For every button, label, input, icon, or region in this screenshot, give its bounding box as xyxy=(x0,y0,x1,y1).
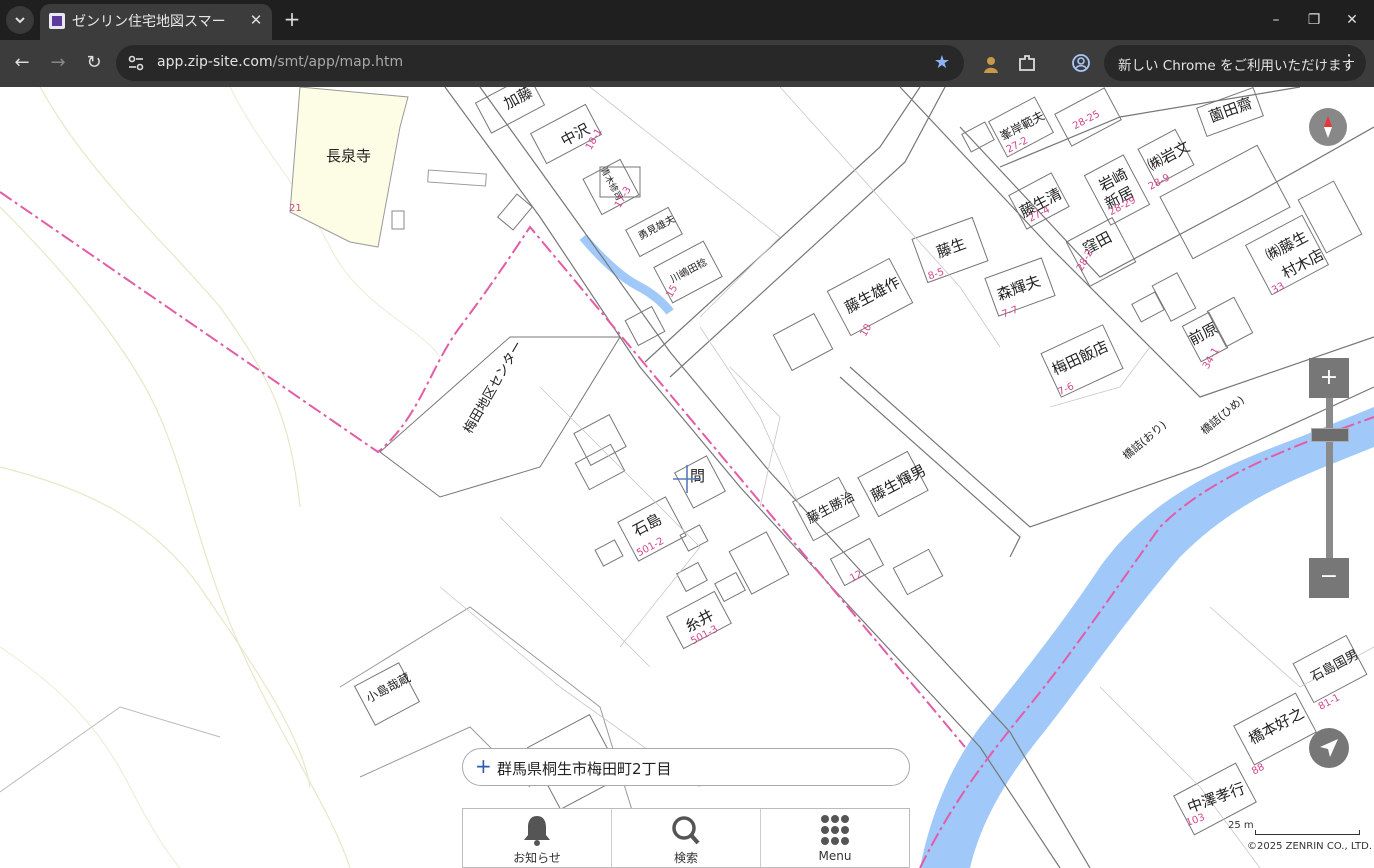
compass-button[interactable] xyxy=(1309,108,1347,146)
search-icon xyxy=(672,816,700,845)
zoom-out-button[interactable]: − xyxy=(1309,558,1349,598)
scale-bar: 25 m xyxy=(1228,820,1360,835)
zoom-slider-track[interactable] xyxy=(1326,398,1333,558)
zoom-in-button[interactable]: + xyxy=(1309,358,1349,398)
tab-list-button[interactable] xyxy=(6,6,34,34)
active-tab[interactable]: ゼンリン住宅地図スマー ✕ xyxy=(40,4,272,40)
label-chosenji: 長泉寺 xyxy=(326,147,372,165)
chrome-update-button[interactable]: 新しい Chrome をご利用いただけます ⋮ xyxy=(1104,45,1366,81)
address-text: 群馬県桐生市梅田町2丁目 xyxy=(497,760,672,778)
restore-icon[interactable]: ❐ xyxy=(1302,8,1326,32)
scale-line xyxy=(1255,830,1360,835)
zoom-slider-handle[interactable] xyxy=(1311,428,1349,442)
copyright-text: ©2025 ZENRIN CO., LTD. xyxy=(1247,841,1372,852)
bottom-menu: お知らせ 検索 Menu xyxy=(462,808,910,868)
url-text: app.zip-site.com/smt/app/map.htm xyxy=(157,54,403,70)
tab-title: ゼンリン住宅地図スマー xyxy=(72,14,226,30)
notification-button[interactable]: お知らせ xyxy=(463,809,612,867)
zenrin-favicon-icon xyxy=(49,13,65,29)
grid-menu-icon xyxy=(821,815,849,845)
close-icon[interactable]: ✕ xyxy=(246,10,266,30)
new-tab-button[interactable]: + xyxy=(280,8,304,32)
more-menu-icon[interactable]: ⋮ xyxy=(1340,51,1358,72)
search-label: 検索 xyxy=(673,851,698,865)
minimize-icon[interactable]: – xyxy=(1264,8,1288,32)
browser-tab-bar: ゼンリン住宅地図スマー ✕ + – ❐ ✕ xyxy=(0,0,1374,40)
browser-toolbar: ← → ↻ app.zip-site.com/smt/app/map.htm ★… xyxy=(0,40,1374,87)
extensions-puzzle-icon[interactable] xyxy=(1016,52,1038,74)
profile-icon[interactable] xyxy=(1070,52,1092,74)
back-arrow-icon[interactable]: ← xyxy=(9,50,35,76)
search-button[interactable]: 検索 xyxy=(612,809,761,867)
notification-label: お知らせ xyxy=(513,851,561,865)
chrome-update-text: 新しい Chrome をご利用いただけます xyxy=(1118,58,1356,74)
extension-avatar-icon[interactable] xyxy=(980,53,1002,75)
navigation-arrow-icon xyxy=(1320,739,1338,757)
window-close-icon[interactable]: ✕ xyxy=(1340,8,1364,32)
current-location-button[interactable] xyxy=(1309,728,1349,768)
url-host: app.zip-site.com xyxy=(157,54,273,70)
address-display[interactable]: + 群馬県桐生市梅田町2丁目 xyxy=(462,748,910,786)
menu-button[interactable]: Menu xyxy=(761,809,909,867)
forward-arrow-icon[interactable]: → xyxy=(45,50,71,76)
reload-icon[interactable]: ↻ xyxy=(81,50,107,76)
menu-label: Menu xyxy=(818,849,852,863)
url-path: /smt/app/map.htm xyxy=(272,54,404,70)
compass-needle-icon xyxy=(1324,116,1332,138)
scale-label: 25 m xyxy=(1228,820,1254,831)
center-crosshair-icon xyxy=(673,465,701,493)
plus-icon: + xyxy=(475,754,492,778)
bookmark-star-icon[interactable]: ★ xyxy=(934,52,950,73)
chevron-down-icon xyxy=(15,17,25,24)
parcel-number: 21 xyxy=(289,203,302,214)
site-info-icon[interactable] xyxy=(126,53,146,73)
address-bar[interactable]: app.zip-site.com/smt/app/map.htm ★ xyxy=(116,45,964,81)
bell-icon xyxy=(524,816,550,846)
